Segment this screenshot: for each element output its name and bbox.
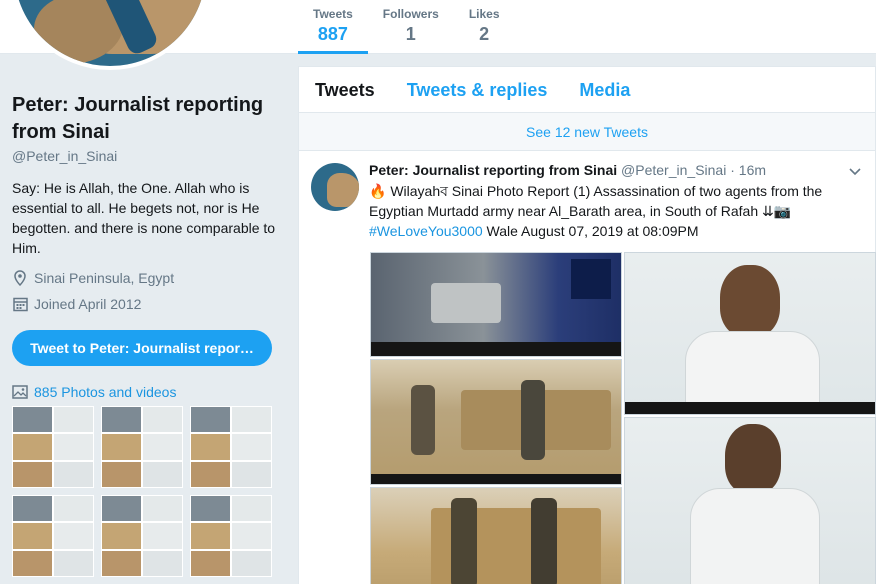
photo-thumbnail[interactable] [190, 406, 272, 488]
tweet-photo-1[interactable] [370, 252, 622, 357]
tab-tweets[interactable]: Tweets [299, 67, 391, 113]
tweet-header: Peter: Journalist reporting from Sinai @… [369, 161, 863, 179]
tweet-timestamp[interactable]: 16m [739, 162, 766, 178]
thumbnail-tile [12, 549, 53, 577]
profile-joined-text: Joined April 2012 [34, 296, 142, 312]
stat-followers[interactable]: Followers 1 [368, 0, 454, 54]
thumbnail-tile [53, 522, 94, 550]
thumbnail-tile [101, 522, 142, 550]
thumbnail-tile [53, 433, 94, 461]
tweet-separator: · [726, 162, 739, 178]
photos-videos-link[interactable]: 885 Photos and videos [12, 384, 282, 400]
thumbnail-tile [12, 522, 53, 550]
profile-sidebar: Peter: Journalist reporting from Sinai @… [12, 92, 282, 577]
tweet-author-name[interactable]: Peter: Journalist reporting from Sinai [369, 162, 617, 178]
tweet-photo-2[interactable] [370, 359, 622, 485]
thumbnail-tile [12, 406, 53, 434]
stat-value: 1 [405, 24, 416, 44]
thumbnail-tile [142, 549, 183, 577]
thumbnail-tile [190, 433, 231, 461]
profile-name[interactable]: Peter: Journalist reporting from Sinai [12, 92, 282, 146]
stat-tweets[interactable]: Tweets 887 [298, 0, 368, 54]
tweet-text-main: 🔥 Wilayahব Sinai Photo Report (1) Assass… [369, 183, 823, 219]
stat-label: Followers [382, 7, 439, 21]
chevron-down-icon[interactable] [847, 163, 863, 179]
thumbnail-tile [231, 433, 272, 461]
new-tweets-bar[interactable]: See 12 new Tweets [299, 113, 875, 151]
tweet-media [370, 252, 876, 584]
thumbnail-tile [190, 495, 231, 523]
photo-thumbnail[interactable] [190, 495, 272, 577]
tab-media[interactable]: Media [563, 67, 646, 113]
profile-stats: Tweets 887 Followers 1 Likes 2 [298, 0, 515, 54]
stat-likes[interactable]: Likes 2 [454, 0, 515, 54]
thumbnail-tile [101, 406, 142, 434]
profile-joined: Joined April 2012 [12, 296, 282, 312]
location-pin-icon [12, 270, 28, 286]
photo-thumbnail[interactable] [101, 495, 183, 577]
profile-bio: Say: He is Allah, the One. Allah who is … [12, 180, 276, 256]
photo-thumbnail[interactable] [12, 406, 94, 488]
thumbnail-tile [231, 495, 272, 523]
tweet-hashtag[interactable]: #WeLoveYou3000 [369, 223, 483, 239]
thumbnail-tile [231, 549, 272, 577]
tweet-photo-4[interactable] [624, 252, 876, 415]
thumbnail-tile [142, 522, 183, 550]
tweet-to-button[interactable]: Tweet to Peter: Journalist repor… [12, 330, 272, 366]
thumbnail-tile [12, 460, 53, 488]
thumbnail-tile [101, 433, 142, 461]
profile-avatar[interactable] [10, 0, 210, 70]
thumbnail-tile [231, 522, 272, 550]
thumbnail-tile [101, 549, 142, 577]
thumbnail-tile [53, 495, 94, 523]
stat-label: Likes [468, 7, 500, 21]
thumbnail-tile [142, 406, 183, 434]
thumbnail-tile [12, 495, 53, 523]
profile-location-text: Sinai Peninsula, Egypt [34, 270, 175, 286]
thumbnail-tile [53, 460, 94, 488]
thumbnail-tile [142, 460, 183, 488]
thumbnail-tile [190, 406, 231, 434]
photo-thumbnail[interactable] [101, 406, 183, 488]
calendar-icon [12, 296, 28, 312]
thumbnail-tile [190, 522, 231, 550]
profile-location: Sinai Peninsula, Egypt [12, 270, 282, 286]
stat-value: 2 [479, 24, 490, 44]
thumbnail-tile [190, 549, 231, 577]
tweet[interactable]: Peter: Journalist reporting from Sinai @… [299, 151, 875, 241]
thumbnail-tile [53, 549, 94, 577]
photo-thumbnail[interactable] [12, 495, 94, 577]
profile-nav-bar: Tweets 887 Followers 1 Likes 2 [0, 0, 876, 70]
profile-handle[interactable]: @Peter_in_Sinai [12, 148, 282, 164]
stat-value: 887 [317, 24, 348, 44]
photo-grid [12, 406, 282, 577]
tweet-avatar[interactable] [311, 163, 359, 211]
tab-tweets-replies[interactable]: Tweets & replies [391, 67, 564, 113]
thumbnail-tile [231, 460, 272, 488]
thumbnail-tile [142, 433, 183, 461]
tweet-photo-5[interactable] [624, 417, 876, 584]
thumbnail-tile [12, 433, 53, 461]
thumbnail-tile [101, 495, 142, 523]
thumbnail-tile [53, 406, 94, 434]
tweet-author-handle[interactable]: @Peter_in_Sinai [621, 162, 726, 178]
tweet-photo-3[interactable] [370, 487, 622, 584]
photos-videos-label[interactable]: 885 Photos and videos [34, 384, 176, 400]
stat-label: Tweets [313, 7, 353, 21]
thumbnail-tile [231, 406, 272, 434]
thumbnail-tile [142, 495, 183, 523]
tweet-text: 🔥 Wilayahব Sinai Photo Report (1) Assass… [369, 181, 839, 241]
photo-icon [12, 384, 28, 400]
thumbnail-tile [101, 460, 142, 488]
thumbnail-tile [190, 460, 231, 488]
tweet-text-tail: Wale August 07, 2019 at 08:09PM [482, 223, 699, 239]
timeline-tabs: Tweets Tweets & replies Media [299, 67, 875, 113]
